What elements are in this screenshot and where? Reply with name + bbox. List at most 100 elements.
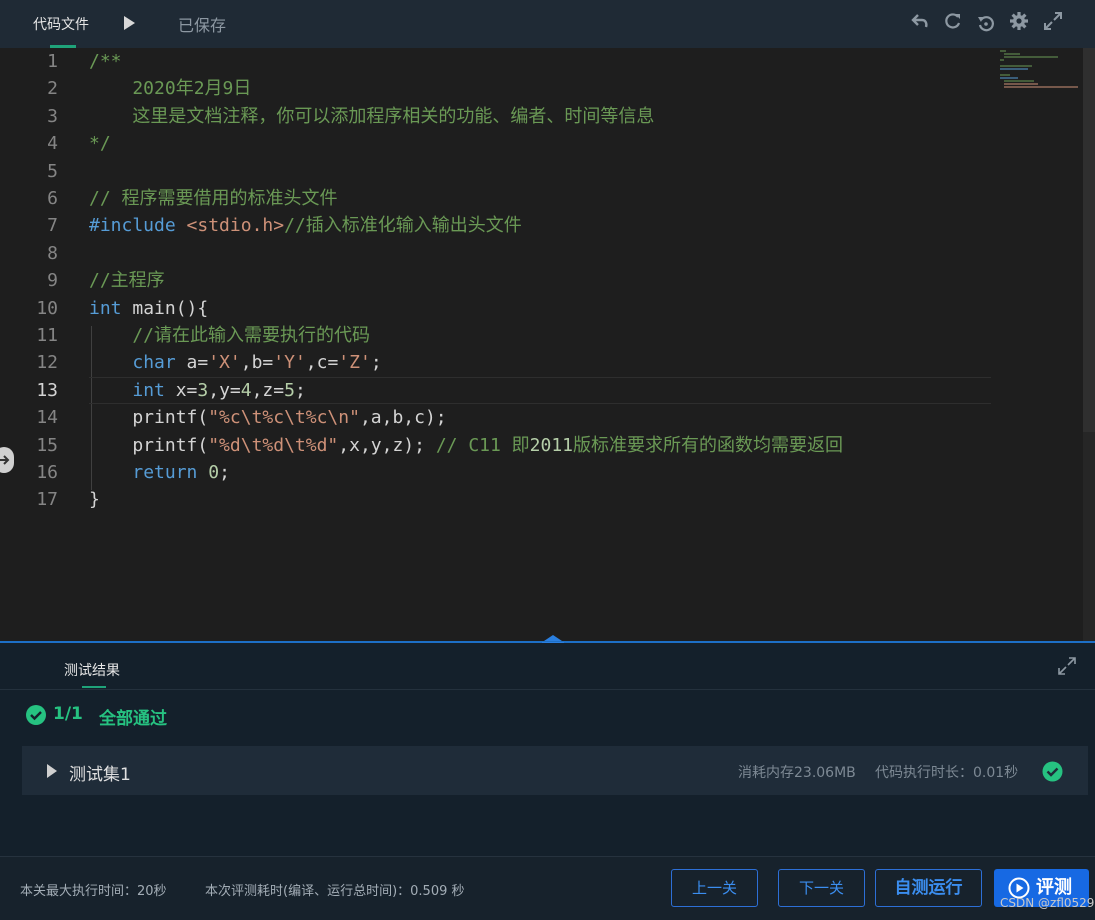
code-line[interactable]: 13 int x=3,y=4,z=5; xyxy=(0,377,1000,404)
refresh-icon[interactable] xyxy=(943,11,963,31)
code-line[interactable]: 7 #include <stdio.h>//插入标准化输入输出头文件 xyxy=(0,212,1000,239)
self-run-button[interactable]: 自测运行 xyxy=(875,869,982,907)
code-text[interactable]: // 程序需要借用的标准头文件 xyxy=(89,185,338,212)
pass-status: 全部通过 xyxy=(99,709,167,729)
code-line[interactable]: 8 xyxy=(0,240,1000,267)
code-token: return xyxy=(132,462,198,483)
settings-icon[interactable] xyxy=(1009,11,1029,31)
code-token: 'Y' xyxy=(273,352,306,373)
prev-level-button[interactable]: 上一关 xyxy=(671,869,758,907)
code-token: ,b= xyxy=(240,352,274,373)
code-token: 版标准要求所有的函数均需要返回 xyxy=(573,435,844,456)
code-line[interactable]: 10 int main(){ xyxy=(0,295,1000,322)
code-text[interactable]: /** xyxy=(89,48,122,75)
code-token: #include xyxy=(89,215,187,236)
caret-right-icon[interactable] xyxy=(47,764,57,778)
code-token: "%c\t%c\t%c\n" xyxy=(208,407,360,428)
code-token: 2011 xyxy=(529,435,574,456)
code-token: // 程序需要借用的标准头文件 xyxy=(89,188,338,209)
code-token: ; xyxy=(294,380,306,401)
tab-test-results[interactable]: 测试结果 xyxy=(64,660,120,680)
code-line[interactable]: 5 xyxy=(0,158,1000,185)
line-number: 14 xyxy=(36,407,58,428)
code-text[interactable]: printf("%c\t%c\t%c\n",a,b,c); xyxy=(89,404,447,431)
code-line[interactable]: 4 */ xyxy=(0,130,1000,157)
code-token: x= xyxy=(164,380,198,401)
line-number: 7 xyxy=(47,215,58,236)
editor-toolbar xyxy=(0,0,1095,48)
code-token: 'Z' xyxy=(338,352,371,373)
code-token: ,z= xyxy=(251,380,285,401)
side-toggle-icon[interactable] xyxy=(0,447,14,473)
code-text[interactable]: return 0; xyxy=(89,459,230,486)
code-token: //主程序 xyxy=(89,270,165,291)
code-text[interactable]: //主程序 xyxy=(89,267,165,294)
execution-time: 代码执行时长：0.01秒 xyxy=(875,765,1019,781)
code-text[interactable]: int main(){ xyxy=(89,295,208,322)
expand-icon[interactable] xyxy=(1058,657,1076,675)
play-icon[interactable] xyxy=(121,14,137,32)
code-text[interactable]: */ xyxy=(89,130,111,157)
line-number: 9 xyxy=(47,270,58,291)
divider xyxy=(0,689,1095,690)
scrollbar-thumb[interactable] xyxy=(1083,48,1095,432)
code-text[interactable]: #include <stdio.h>//插入标准化输入输出头文件 xyxy=(89,212,522,239)
code-text[interactable]: } xyxy=(89,486,100,513)
code-token: printf( xyxy=(89,435,209,456)
code-text[interactable]: printf("%d\t%d\t%d",x,y,z); // C11 即2011… xyxy=(89,432,843,459)
test-set-name[interactable]: 测试集1 xyxy=(69,760,131,785)
line-number: 1 xyxy=(47,51,58,72)
line-number: 6 xyxy=(47,188,58,209)
code-token: ; xyxy=(219,462,230,483)
code-token: //请在此输入需要执行的代码 xyxy=(89,325,371,346)
line-number: 3 xyxy=(47,106,58,127)
code-line[interactable]: 16 return 0; xyxy=(0,459,1000,486)
code-line[interactable]: 14 printf("%c\t%c\t%c\n",a,b,c); xyxy=(0,404,1000,431)
code-text[interactable]: int x=3,y=4,z=5; xyxy=(89,377,306,404)
code-token: */ xyxy=(89,133,111,154)
code-token: 4 xyxy=(240,380,252,401)
line-number: 4 xyxy=(47,133,58,154)
code-line[interactable]: 15 printf("%d\t%d\t%d",x,y,z); // C11 即2… xyxy=(0,432,1000,459)
code-line[interactable]: 1 /** xyxy=(0,48,1000,75)
code-token: 2020年2月9日 xyxy=(89,78,252,99)
code-token: 0 xyxy=(208,462,220,483)
code-token: printf( xyxy=(89,407,209,428)
code-line[interactable]: 12 char a='X',b='Y',c='Z'; xyxy=(0,349,1000,376)
code-line[interactable]: 6 // 程序需要借用的标准头文件 xyxy=(0,185,1000,212)
code-text[interactable]: char a='X',b='Y',c='Z'; xyxy=(89,349,382,376)
code-token: int xyxy=(89,298,122,319)
code-text[interactable]: 2020年2月9日 xyxy=(89,75,251,102)
code-token: ; xyxy=(370,352,382,373)
code-token: <stdio.h> xyxy=(186,215,285,236)
code-token: ,a,b,c); xyxy=(359,407,447,428)
undo-icon[interactable] xyxy=(910,11,930,31)
code-token: a= xyxy=(175,352,209,373)
check-circle-icon xyxy=(1042,761,1063,782)
line-number: 17 xyxy=(36,489,58,510)
max-exec-time: 本关最大执行时间：20秒 xyxy=(20,884,167,899)
active-tab-indicator xyxy=(82,686,106,688)
code-line[interactable]: 17} xyxy=(0,486,1000,513)
code-text[interactable]: //请在此输入需要执行的代码 xyxy=(89,322,370,349)
minimap[interactable] xyxy=(998,48,1082,88)
code-line[interactable]: 3 这里是文档注释，你可以添加程序相关的功能、编者、时间等信息 xyxy=(0,103,1000,130)
code-text[interactable]: 这里是文档注释，你可以添加程序相关的功能、编者、时间等信息 xyxy=(89,103,654,130)
tab-code-file[interactable]: 代码文件 xyxy=(33,14,89,34)
code-token: "%d\t%d\t%d" xyxy=(208,435,339,456)
restore-icon[interactable] xyxy=(976,13,996,33)
next-level-button[interactable]: 下一关 xyxy=(778,869,865,907)
code-token: //插入标准化输入输出头文件 xyxy=(284,215,522,236)
code-token: ,x,y,z); xyxy=(338,435,436,456)
line-number: 2 xyxy=(47,78,58,99)
fullscreen-icon[interactable] xyxy=(1043,11,1063,31)
code-line[interactable]: 2 2020年2月9日 xyxy=(0,75,1000,102)
code-line[interactable]: 9 //主程序 xyxy=(0,267,1000,294)
line-number: 8 xyxy=(47,243,58,264)
line-number: 11 xyxy=(36,325,58,346)
code-line[interactable]: 11 //请在此输入需要执行的代码 xyxy=(0,322,1000,349)
pass-count: 1/1 xyxy=(53,704,83,724)
